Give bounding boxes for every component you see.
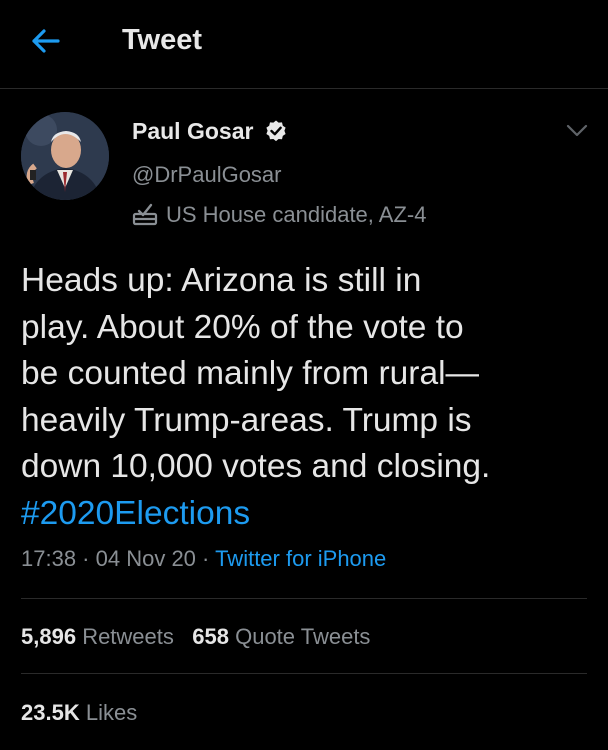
back-button[interactable] [28, 26, 62, 56]
quote-tweets-count: 658 [192, 624, 229, 649]
divider [21, 673, 587, 674]
likes-count: 23.5K [21, 700, 80, 725]
tweet-date[interactable]: 04 Nov 20 [96, 546, 196, 571]
author-handle[interactable]: @DrPaulGosar [132, 162, 282, 188]
retweets-count: 5,896 [21, 624, 77, 649]
divider [21, 598, 587, 599]
tweet-line: heavily Trump-areas. Trump is [21, 401, 472, 439]
hashtag-link[interactable]: #2020Elections [21, 491, 591, 538]
tweet-source-link[interactable]: Twitter for iPhone [215, 546, 386, 571]
meta-separator: · [195, 546, 216, 571]
page-title: Tweet [122, 24, 203, 56]
likes-stats: 23.5K Likes [21, 700, 137, 726]
likes-stat[interactable]: 23.5K Likes [21, 700, 137, 725]
tweet-line: down 10,000 votes and closing. [21, 448, 491, 485]
avatar-photo [21, 112, 109, 200]
tweet-meta: 17:38 · 04 Nov 20 · Twitter for iPhone [21, 546, 386, 572]
engagement-stats: 5,896 Retweets 658 Quote Tweets [21, 624, 370, 650]
retweets-stat[interactable]: 5,896 Retweets [21, 624, 174, 649]
ballot-box-icon [132, 203, 158, 226]
retweets-label: Retweets [82, 624, 174, 649]
tweet-text: Heads up: Arizona is still in play. Abou… [21, 258, 591, 537]
top-bar: Tweet [0, 0, 608, 89]
meta-separator: · [76, 546, 96, 571]
quote-tweets-stat[interactable]: 658 Quote Tweets [192, 624, 370, 649]
verified-badge-icon [266, 120, 286, 142]
tweet-line: be counted mainly from rural— [21, 355, 480, 392]
likes-label: Likes [85, 700, 138, 725]
quote-tweets-label: Quote Tweets [235, 624, 371, 649]
tweet-detail-screen: Tweet Paul Gosar @DrPaulGosar US House c… [0, 0, 608, 750]
author-name[interactable]: Paul Gosar [132, 118, 253, 145]
tweet-line: play. About 20% of the vote to [21, 308, 464, 346]
avatar[interactable] [21, 112, 109, 200]
tweet-line: Heads up: Arizona is still in [21, 262, 422, 299]
chevron-down-icon[interactable] [566, 124, 588, 138]
arrow-left-icon [32, 29, 60, 53]
tweet-time[interactable]: 17:38 [21, 546, 76, 571]
account-label-text: US House candidate, AZ-4 [166, 202, 427, 227]
